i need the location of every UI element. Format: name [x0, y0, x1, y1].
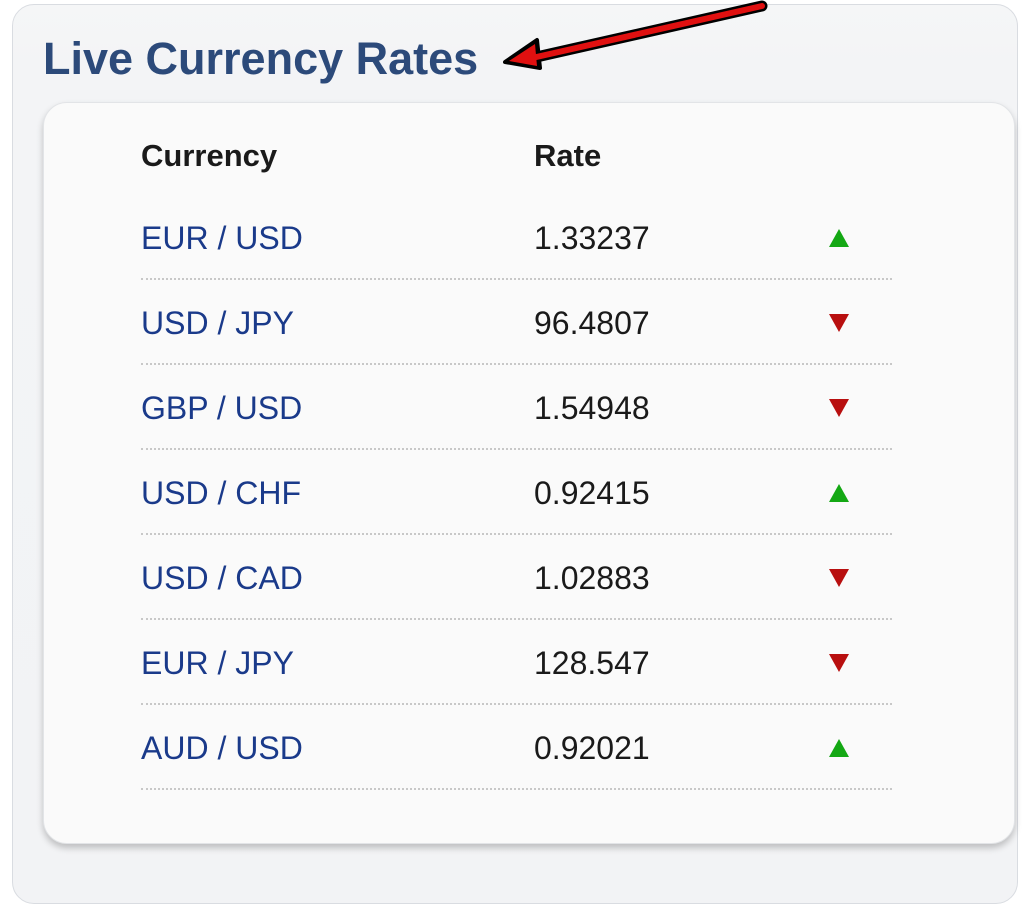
rate-value: 1.33237: [534, 220, 650, 256]
table-row: EUR / USD 1.33237: [141, 218, 892, 303]
triangle-up-icon: [829, 229, 849, 247]
column-header-currency: Currency: [141, 138, 278, 173]
triangle-down-icon: [829, 314, 849, 332]
currency-pair-link[interactable]: AUD / USD: [141, 728, 303, 768]
row-divider: [141, 533, 892, 535]
row-divider: [141, 618, 892, 620]
triangle-down-icon: [829, 569, 849, 587]
table-row: GBP / USD 1.54948: [141, 388, 892, 473]
widget-title: Live Currency Rates: [43, 33, 479, 84]
row-divider: [141, 363, 892, 365]
currency-pair-link[interactable]: EUR / USD: [141, 218, 303, 258]
currency-pair-link[interactable]: USD / CHF: [141, 473, 301, 513]
rate-value: 96.4807: [534, 305, 650, 341]
triangle-down-icon: [829, 399, 849, 417]
column-header-rate: Rate: [534, 138, 602, 173]
row-divider: [141, 703, 892, 705]
currency-pair-link[interactable]: GBP / USD: [141, 388, 302, 428]
table-row: USD / CAD 1.02883: [141, 558, 892, 643]
table-row: AUD / USD 0.92021: [141, 728, 892, 813]
table-row: EUR / JPY 128.547: [141, 643, 892, 728]
currency-pair-link[interactable]: USD / CAD: [141, 558, 303, 598]
row-divider: [141, 788, 892, 790]
triangle-up-icon: [829, 484, 849, 502]
table-row: USD / CHF 0.92415: [141, 473, 892, 558]
currency-pair-link[interactable]: USD / JPY: [141, 303, 294, 343]
triangle-down-icon: [829, 654, 849, 672]
rate-value: 128.547: [534, 645, 650, 681]
currency-pair-link[interactable]: EUR / JPY: [141, 643, 294, 683]
rate-value: 0.92415: [534, 475, 650, 511]
row-divider: [141, 448, 892, 450]
row-divider: [141, 278, 892, 280]
rate-value: 1.54948: [534, 390, 650, 426]
rate-value: 1.02883: [534, 560, 650, 596]
triangle-up-icon: [829, 739, 849, 757]
rate-value: 0.92021: [534, 730, 650, 766]
table-row: USD / JPY 96.4807: [141, 303, 892, 388]
